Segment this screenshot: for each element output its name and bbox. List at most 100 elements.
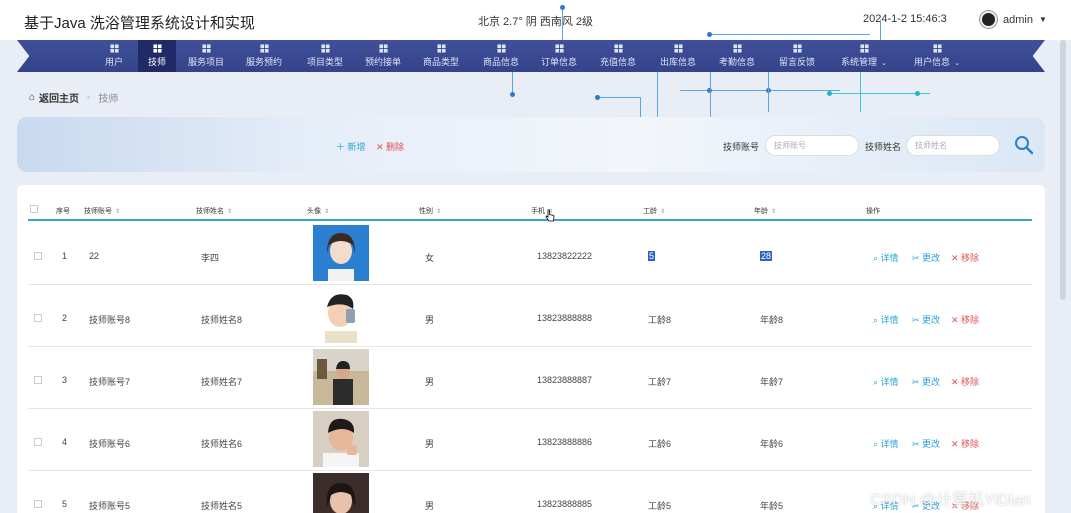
technician-gender-text: 男 bbox=[425, 439, 435, 449]
row-index: 1 bbox=[62, 251, 67, 261]
chevron-down-icon: ⌄ bbox=[954, 60, 960, 67]
weather-info: 北京 2.7° 阴 西南风 2级 bbox=[478, 16, 594, 28]
table-header bbox=[28, 197, 1032, 221]
top-bar: 基于Java 洗浴管理系统设计和实现 北京 2.7° 阴 西南风 2级 2024… bbox=[0, 0, 1071, 40]
technician-seniority-text: 工龄7 bbox=[648, 377, 672, 387]
technician-account: 技师账号5 bbox=[89, 499, 130, 512]
nav-item-1[interactable]: 技师 bbox=[138, 40, 176, 72]
nav-item-8[interactable]: 订单信息 bbox=[532, 40, 586, 72]
remove-button[interactable]: ✕ 移除 bbox=[951, 313, 979, 326]
row-checkbox[interactable] bbox=[34, 252, 42, 260]
close-icon: ✕ bbox=[951, 253, 962, 263]
scrollbar[interactable] bbox=[1060, 40, 1066, 300]
table-card bbox=[17, 185, 1045, 513]
add-button[interactable]: ＋ 新增 bbox=[336, 140, 366, 153]
view-button-label: 详情 bbox=[880, 377, 899, 387]
technician-name: 李四 bbox=[201, 251, 219, 264]
row-checkbox[interactable] bbox=[34, 438, 42, 446]
account-search-input[interactable] bbox=[765, 135, 859, 156]
account-label: 技师账号 bbox=[723, 142, 760, 152]
nav-item-6[interactable]: 商品类型 bbox=[414, 40, 468, 72]
remove-button[interactable]: ✕ 移除 bbox=[951, 437, 979, 450]
breadcrumb-separator: - bbox=[87, 92, 91, 103]
edit-button[interactable]: ✂ 更改 bbox=[912, 375, 940, 388]
nav-item-label: 留言反馈 bbox=[778, 57, 815, 67]
chevron-down-icon: ▼ bbox=[1038, 15, 1047, 24]
remove-button-label: 移除 bbox=[961, 439, 980, 449]
row-checkbox[interactable] bbox=[34, 314, 42, 322]
breadcrumb: ⌂ 返回主页 - 技师 bbox=[29, 90, 118, 105]
row-divider bbox=[28, 408, 1032, 409]
column-header[interactable]: 技师账号 ⇕ bbox=[84, 206, 120, 216]
user-menu[interactable]: admin ▼ bbox=[980, 11, 1047, 28]
technician-gender: 男 bbox=[425, 499, 434, 512]
row-index: 3 bbox=[62, 375, 67, 385]
view-icon: ⌕ bbox=[873, 439, 881, 449]
technician-phone-text: 13823822222 bbox=[537, 251, 593, 261]
nav-item-2[interactable]: 服务项目 bbox=[180, 40, 232, 72]
name-search-input[interactable] bbox=[906, 135, 1000, 156]
remove-button[interactable]: ✕ 移除 bbox=[951, 375, 979, 388]
row-index: 2 bbox=[62, 313, 67, 323]
column-header: 操作 bbox=[866, 206, 880, 216]
technician-name: 技师姓名7 bbox=[201, 375, 242, 388]
view-button[interactable]: ⌕ 详情 bbox=[873, 375, 899, 388]
nav-item-10[interactable]: 出库信息 bbox=[651, 40, 705, 72]
nav-item-13[interactable]: 系统管理 ⌄ bbox=[834, 40, 894, 72]
technician-avatar bbox=[313, 287, 369, 343]
nav-item-5[interactable]: 预约接单 bbox=[357, 40, 409, 72]
technician-phone: 13823888886 bbox=[537, 437, 592, 447]
row-checkbox[interactable] bbox=[34, 376, 42, 384]
nav-item-12[interactable]: 留言反馈 bbox=[770, 40, 824, 72]
name-label: 技师姓名 bbox=[865, 142, 902, 152]
technician-seniority: 工龄6 bbox=[648, 437, 671, 450]
grid-icon bbox=[201, 44, 211, 53]
nav-item-14[interactable]: 用户信息 ⌄ bbox=[903, 40, 971, 72]
column-header[interactable]: 技师姓名 ⇕ bbox=[196, 206, 232, 216]
view-button[interactable]: ⌕ 详情 bbox=[873, 437, 899, 450]
remove-button[interactable]: ✕ 移除 bbox=[951, 251, 979, 264]
column-header[interactable]: 头像 ⇕ bbox=[307, 206, 329, 216]
technician-age: 28 bbox=[760, 251, 773, 261]
nav-item-9[interactable]: 充值信息 bbox=[591, 40, 645, 72]
grid-icon bbox=[320, 44, 330, 53]
nav-item-7[interactable]: 商品信息 bbox=[474, 40, 528, 72]
user-icon bbox=[378, 44, 388, 53]
datetime: 2024-1-2 15:46:3 bbox=[863, 13, 947, 25]
remove-button-label: 移除 bbox=[961, 315, 980, 325]
view-button[interactable]: ⌕ 详情 bbox=[873, 313, 899, 326]
remove-button-label: 移除 bbox=[961, 377, 980, 387]
technician-seniority-text: 工龄5 bbox=[648, 501, 672, 511]
technician-gender-text: 女 bbox=[425, 253, 435, 263]
row-checkbox[interactable] bbox=[34, 500, 42, 508]
technician-name-text: 技师姓名5 bbox=[201, 501, 243, 511]
view-icon: ⌕ bbox=[873, 253, 881, 263]
nav-item-0[interactable]: 用户 bbox=[94, 40, 134, 72]
edit-button[interactable]: ✂ 更改 bbox=[912, 251, 940, 264]
view-button[interactable]: ⌕ 详情 bbox=[873, 251, 899, 264]
column-header-label: 手机 bbox=[531, 208, 545, 215]
technician-seniority: 工龄5 bbox=[648, 499, 671, 512]
view-button-label: 详情 bbox=[880, 253, 899, 263]
column-header[interactable]: 性别 ⇕ bbox=[419, 206, 441, 216]
nav-item-3[interactable]: 服务预约 bbox=[238, 40, 290, 72]
column-header[interactable]: 工龄 ⇕ bbox=[643, 206, 665, 216]
edit-button[interactable]: ✂ 更改 bbox=[912, 313, 940, 326]
edit-button[interactable]: ✂ 更改 bbox=[912, 437, 940, 450]
row-divider bbox=[28, 284, 1032, 285]
user-name: admin bbox=[1003, 13, 1033, 26]
row-divider bbox=[28, 346, 1032, 347]
nav-item-4[interactable]: 项目类型 bbox=[297, 40, 353, 72]
technician-phone-text: 13823888887 bbox=[537, 375, 593, 385]
search-icon[interactable] bbox=[1013, 134, 1035, 156]
nav-item-11[interactable]: 考勤信息 bbox=[710, 40, 764, 72]
technician-age-text: 年龄7 bbox=[760, 377, 784, 387]
delete-button[interactable]: ✕ 删除 bbox=[376, 140, 404, 153]
select-all-checkbox[interactable] bbox=[30, 205, 38, 213]
technician-account: 技师账号6 bbox=[89, 437, 130, 450]
view-icon: ⌕ bbox=[873, 315, 881, 325]
breadcrumb-home[interactable]: 返回主页 bbox=[39, 90, 79, 105]
technician-name: 技师姓名5 bbox=[201, 499, 242, 512]
column-header[interactable]: 年龄 ⇕ bbox=[754, 206, 776, 216]
column-header-label: 技师账号 bbox=[84, 208, 112, 215]
